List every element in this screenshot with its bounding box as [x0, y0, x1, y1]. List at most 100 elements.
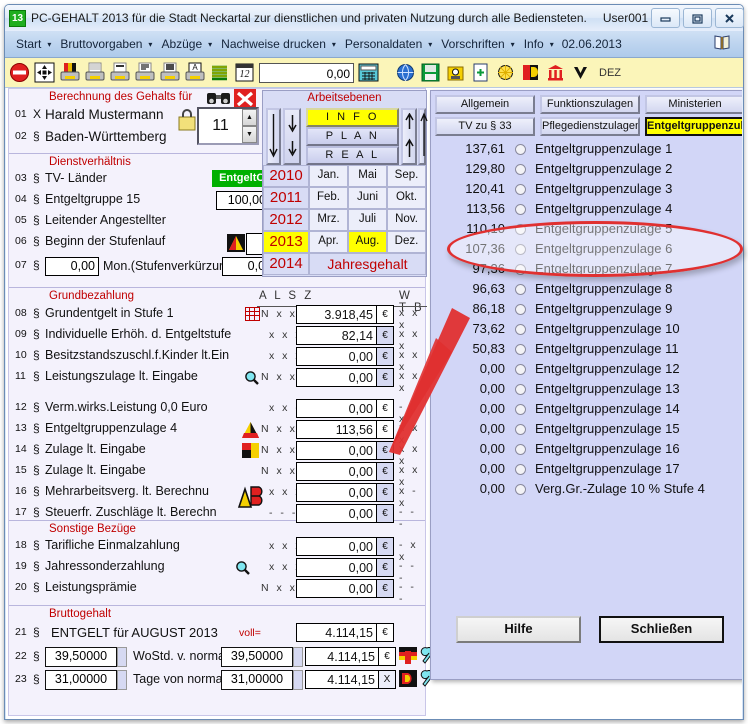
chevron-down-icon[interactable]: ▾ [147, 40, 156, 49]
row-label[interactable]: Steuerfr. Zuschläge lt. Berechn [45, 505, 217, 519]
list-item[interactable]: 96,63 Entgeltgruppenzulage 8 [431, 281, 742, 301]
row-label[interactable]: Zulage lt. Eingabe [45, 442, 146, 456]
bank-icon[interactable] [543, 60, 568, 86]
chevron-down-icon[interactable]: ▾ [331, 40, 340, 49]
tab-allgemein[interactable]: Allgemein [435, 95, 535, 114]
scrollbar-right-inner[interactable] [401, 108, 417, 165]
chevron-down-icon[interactable]: ▾ [207, 40, 216, 49]
person-name[interactable]: Harald Mustermann [45, 107, 164, 122]
row-label[interactable]: Mehrarbeitsverg. lt. Berechnu [45, 484, 209, 498]
row-label[interactable]: TV- Länder [45, 171, 107, 185]
month-cell-juli[interactable]: Juli [348, 209, 387, 231]
radio-button[interactable] [515, 484, 526, 495]
currency-button[interactable]: € [377, 305, 394, 324]
year-cell-2010[interactable]: 2010 [263, 165, 309, 187]
currency-button[interactable]: € [377, 368, 394, 387]
row-label[interactable]: Beginn der Stufenlauf [45, 234, 165, 248]
list-item[interactable]: 73,62 Entgeltgruppenzulage 10 [431, 321, 742, 341]
warn-triangle-icon[interactable] [227, 234, 245, 257]
row-amount[interactable]: 0,00 [296, 462, 377, 481]
person-yellow-icon[interactable] [443, 60, 468, 86]
print-list-icon[interactable] [132, 60, 157, 86]
row-amount[interactable]: 4.114,15 [305, 670, 379, 689]
row-amount[interactable]: 0,00 [296, 368, 377, 387]
radio-button[interactable] [515, 364, 526, 375]
currency-button[interactable]: € [377, 483, 394, 502]
radio-button[interactable] [515, 144, 526, 155]
row-amount[interactable]: 3.918,45 [296, 305, 377, 324]
list-item[interactable]: 0,00 Entgeltgruppenzulage 15 [431, 421, 742, 441]
print-plain-icon[interactable] [82, 60, 107, 86]
sun-icon[interactable] [493, 60, 518, 86]
radio-button[interactable] [515, 304, 526, 315]
magnifier-icon[interactable] [235, 560, 250, 580]
stop-icon[interactable] [7, 60, 32, 86]
lock-icon[interactable] [177, 109, 197, 136]
radio-button[interactable] [515, 164, 526, 175]
table-icon[interactable] [245, 307, 260, 326]
list-item[interactable]: 129,80 Entgeltgruppenzulage 2 [431, 161, 742, 181]
scrollbar-left-outer[interactable] [266, 108, 281, 165]
level-button-real[interactable]: R E A L [306, 146, 399, 165]
maximize-button[interactable] [683, 8, 713, 28]
stufenverkuerzung-left-field[interactable]: 0,00 [45, 257, 99, 276]
row-label[interactable]: Jahressonderzahlung [45, 559, 165, 573]
print-color-icon[interactable] [57, 60, 82, 86]
row-label[interactable]: Entgeltgruppe 15 [45, 192, 140, 206]
tab-pflegedienstzulagen[interactable]: Pflegedienstzulagen [540, 117, 640, 136]
wostd-right-field[interactable]: 39,50000 [221, 647, 293, 667]
flag-d-icon[interactable] [399, 670, 417, 692]
list-item-selected[interactable]: 113,56 Entgeltgruppenzulage 4 [431, 201, 742, 221]
row-amount[interactable]: 0,00 [296, 579, 377, 598]
row-label[interactable]: Entgeltgruppenzulage 4 [45, 421, 177, 435]
year-cell-2011[interactable]: 2011 [263, 187, 309, 209]
menu-item-start[interactable]: Start [11, 37, 46, 51]
print-text-icon[interactable] [157, 60, 182, 86]
month-cell-juni[interactable]: Juni [348, 187, 387, 209]
list-item[interactable]: 120,41 Entgeltgruppenzulage 3 [431, 181, 742, 201]
wostd-left-spin[interactable] [117, 647, 127, 667]
row-label[interactable]: Leistungszulage lt. Eingabe [45, 369, 198, 383]
close-button[interactable] [715, 8, 745, 28]
menu-item-bruttovorgaben[interactable]: Bruttovorgaben [55, 37, 147, 51]
currency-button[interactable]: € [377, 399, 394, 418]
row-label[interactable]: Leistungsprämie [45, 580, 137, 594]
currency-button[interactable]: € [377, 558, 394, 577]
level-button-plan[interactable]: P L A N [306, 127, 399, 146]
month-cell-okt[interactable]: Okt. [387, 187, 426, 209]
row-amount[interactable]: 0,00 [296, 399, 377, 418]
month-cell-jan[interactable]: Jan. [309, 165, 348, 187]
tage-right-field[interactable]: 31,00000 [221, 670, 293, 690]
flag-t-icon[interactable] [399, 647, 417, 669]
currency-button[interactable]: € [377, 326, 394, 345]
jahresgehalt-button[interactable]: Jahresgehalt [309, 253, 426, 275]
person-state[interactable]: Baden-Württemberg [45, 129, 167, 144]
flag-block-icon[interactable] [242, 443, 259, 463]
row-label[interactable]: Verm.wirks.Leistung 0,0 Euro [45, 400, 208, 414]
year-cell-2014[interactable]: 2014 [263, 253, 309, 275]
currency-button[interactable]: € [377, 623, 394, 642]
row-label[interactable]: Leitender Angestellter [45, 213, 166, 227]
radio-button[interactable] [515, 384, 526, 395]
list-item[interactable]: 0,00 Entgeltgruppenzulage 17 [431, 461, 742, 481]
currency-button[interactable]: X [379, 670, 396, 689]
currency-button[interactable]: € [377, 579, 394, 598]
radio-button[interactable] [515, 204, 526, 215]
schliessen-button[interactable]: Schließen [599, 616, 724, 643]
currency-button[interactable]: € [377, 537, 394, 556]
flag-d-icon[interactable] [518, 60, 543, 86]
row-amount[interactable]: 0,00 [296, 558, 377, 577]
print-draft-icon[interactable] [107, 60, 132, 86]
row-label[interactable]: Zulage lt. Eingabe [45, 463, 146, 477]
row-amount-113-56[interactable]: 113,56 [296, 420, 377, 439]
menu-item-info[interactable]: Info [519, 37, 549, 51]
row-label[interactable]: Tarifliche Einmalzahlung [45, 538, 180, 552]
row-amount[interactable]: 0,00 [296, 441, 377, 460]
currency-button[interactable]: € [379, 647, 396, 666]
chevron-down-icon[interactable]: ▾ [427, 40, 436, 49]
chevron-down-icon[interactable]: ▾ [510, 40, 519, 49]
radio-button[interactable] [515, 324, 526, 335]
tage-left-spin[interactable] [117, 670, 127, 690]
book-icon[interactable] [713, 33, 731, 56]
row-amount[interactable]: 0,00 [296, 537, 377, 556]
